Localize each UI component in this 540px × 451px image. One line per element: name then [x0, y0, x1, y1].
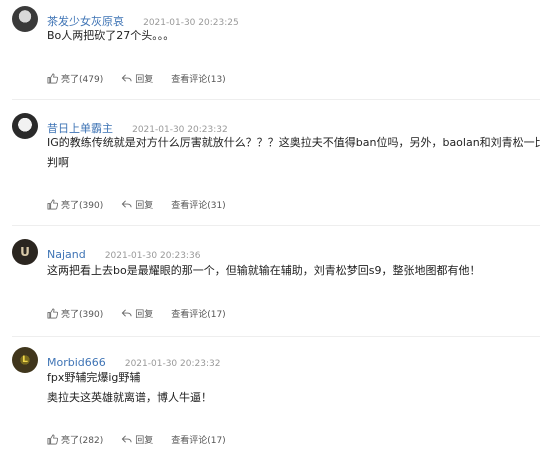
username[interactable]: Najand — [47, 248, 86, 261]
reply-arrow-icon — [121, 74, 132, 82]
comment-line: Bo人两把砍了27个头。。。 — [47, 29, 175, 42]
reply-arrow-icon — [121, 435, 132, 443]
reply-arrow-icon — [121, 309, 132, 317]
timestamp: 2021-01-30 20:23:36 — [104, 251, 201, 261]
comment-line: fpx野辅完爆ig野辅 — [47, 371, 141, 384]
comment-actions: 亮了(390) 回复 查看评论(31) — [47, 198, 244, 211]
comment-list: 茶发少女灰原哀 2021-01-30 20:23:25 Bo人两把砍了27个头。… — [0, 0, 540, 451]
reply-button[interactable]: 回复 — [121, 198, 153, 211]
comment-actions: 亮了(390) 回复 查看评论(17) — [47, 307, 244, 320]
comment-actions: 亮了(479) 回复 查看评论(13) — [47, 72, 244, 85]
view-replies-link[interactable]: 查看评论(17) — [171, 307, 225, 320]
avatar-mark: L — [22, 355, 28, 365]
view-replies-link[interactable]: 查看评论(31) — [171, 198, 225, 211]
view-replies-link[interactable]: 查看评论(17) — [171, 433, 225, 446]
reply-label: 回复 — [135, 75, 154, 85]
divider — [12, 99, 540, 100]
reply-button[interactable]: 回复 — [121, 72, 153, 85]
reply-arrow-icon — [121, 200, 132, 208]
avatar[interactable] — [12, 113, 38, 139]
reply-label: 回复 — [135, 310, 154, 320]
thumbs-up-icon — [47, 308, 58, 319]
thumbs-up-icon — [47, 434, 58, 445]
reply-label: 回复 — [135, 436, 154, 446]
comment-text: 这两把看上去bo是最耀眼的那一个，但输就输在辅助，刘青松梦回s9，整张地图都有他… — [47, 261, 540, 281]
comment-line: 奥拉夫这英雄就离谱，博人牛逼！ — [47, 391, 212, 404]
comment-text: IG的教练传统就是对方什么厉害就放什么？？？这奥拉夫不值得ban位吗，另外，ba… — [47, 133, 540, 173]
thumbs-up-icon — [47, 199, 58, 210]
comment-meta: Najand 2021-01-30 20:23:36 — [47, 243, 200, 262]
comment-line: IG的教练传统就是对方什么厉害就放什么？？？这奥拉夫不值得ban位吗，另外，ba… — [47, 136, 540, 149]
comment-actions: 亮了(282) 回复 查看评论(17) — [47, 433, 244, 446]
avatar[interactable] — [12, 6, 38, 32]
divider — [12, 336, 540, 337]
avatar[interactable]: L — [12, 347, 38, 373]
avatar-mark: U — [20, 245, 30, 259]
thumbs-up-icon — [47, 73, 58, 84]
divider — [12, 225, 540, 226]
avatar[interactable]: U — [12, 239, 38, 265]
comment-text: fpx野辅完爆ig野辅 奥拉夫这英雄就离谱，博人牛逼！ — [47, 368, 540, 408]
like-label: 亮了(479) — [61, 75, 104, 85]
like-button[interactable]: 亮了(390) — [47, 307, 103, 320]
reply-label: 回复 — [135, 201, 154, 211]
like-label: 亮了(390) — [61, 310, 104, 320]
like-button[interactable]: 亮了(479) — [47, 72, 103, 85]
like-button[interactable]: 亮了(282) — [47, 433, 103, 446]
reply-button[interactable]: 回复 — [121, 433, 153, 446]
comment-line: 这两把看上去bo是最耀眼的那一个，但输就输在辅助，刘青松梦回s9，整张地图都有他… — [47, 264, 481, 277]
reply-button[interactable]: 回复 — [121, 307, 153, 320]
comment-line: 判啊 — [47, 156, 69, 169]
like-label: 亮了(282) — [61, 436, 104, 446]
like-button[interactable]: 亮了(390) — [47, 198, 103, 211]
like-label: 亮了(390) — [61, 201, 104, 211]
view-replies-link[interactable]: 查看评论(13) — [171, 72, 225, 85]
comment-text: Bo人两把砍了27个头。。。 — [47, 26, 540, 46]
